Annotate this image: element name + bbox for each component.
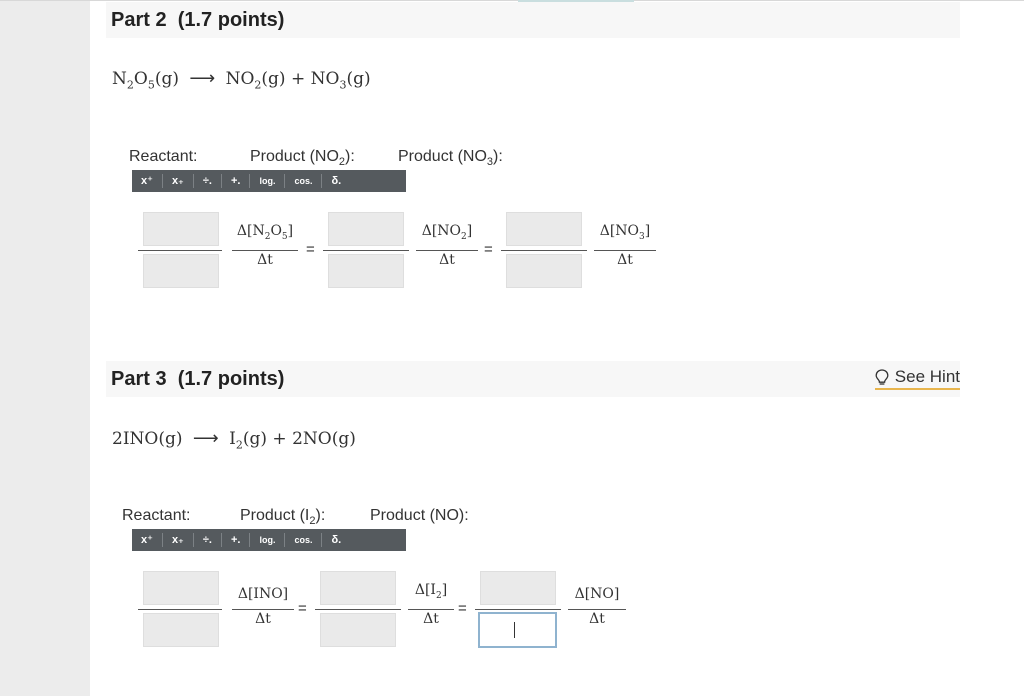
delta-t: Δt <box>423 611 439 627</box>
product1-label: Product (NO2): <box>250 148 355 169</box>
subscript-button[interactable]: x₊ <box>163 174 194 188</box>
reactant-coef-denominator-input[interactable] <box>143 254 219 288</box>
fraction-bar <box>323 250 409 251</box>
part2-equation: N2O5(g) ⟶ NO2(g) + NO3(g) <box>112 68 371 92</box>
fraction-button[interactable]: ÷. <box>194 533 222 547</box>
fraction-bar <box>416 250 478 251</box>
fraction-bar <box>138 250 222 251</box>
reactant-coef-denominator-input[interactable] <box>143 613 219 647</box>
delta-t: Δt <box>439 252 455 268</box>
part2-title: Part 2 (1.7 points) <box>111 9 285 31</box>
fraction-bar <box>568 609 626 610</box>
product1-coef-denominator-input[interactable] <box>328 254 404 288</box>
fraction-bar <box>315 609 401 610</box>
lightbulb-icon <box>875 368 889 385</box>
product1-label: Product (I2): <box>240 507 326 528</box>
operators-button[interactable]: +. <box>222 533 251 547</box>
top-border <box>0 0 1024 1</box>
fraction-bar <box>138 609 222 610</box>
rate-term-no3: Δ[NO3] <box>599 223 651 242</box>
part3-rate-expression: Δ[INO] Δt = Δ[I2] Δt = Δ[NO] Δt <box>138 569 638 649</box>
operators-button[interactable]: +. <box>222 174 251 188</box>
part2-rate-expression: Δ[N2O5] Δt = Δ[NO2] Δt = Δ[NO3] Δt <box>138 210 668 290</box>
fraction-bar <box>408 609 454 610</box>
product2-label: Product (NO3): <box>398 148 503 169</box>
delta-t: Δt <box>255 611 271 627</box>
product2-coef-denominator-input[interactable] <box>506 254 582 288</box>
part3-title: Part 3 (1.7 points) <box>111 368 285 390</box>
reactant-coef-numerator-input[interactable] <box>143 212 219 246</box>
reaction-arrow: ⟶ <box>189 68 216 89</box>
see-hint-link[interactable]: See Hint <box>874 367 960 390</box>
subscript-button[interactable]: x₊ <box>163 533 194 547</box>
log-button[interactable]: log. <box>250 533 286 547</box>
equals-sign: = <box>306 241 315 258</box>
trig-button[interactable]: cos. <box>285 533 323 547</box>
rate-term-n2o5: Δ[N2O5] <box>236 223 294 242</box>
product1-coef-denominator-input[interactable] <box>320 613 396 647</box>
product1-coef-numerator-input[interactable] <box>320 571 396 605</box>
text-cursor <box>514 622 515 638</box>
equals-sign: = <box>484 241 493 258</box>
rate-term-no2: Δ[NO2] <box>421 223 473 242</box>
part3-equation: 2INO(g) ⟶ I2(g) + 2NO(g) <box>112 428 356 452</box>
product2-coef-numerator-input[interactable] <box>480 571 556 605</box>
fraction-bar <box>232 609 294 610</box>
part3-header: Part 3 (1.7 points) See Hint <box>106 361 960 397</box>
rate-term-no: Δ[NO] <box>574 586 620 602</box>
see-hint-label: See Hint <box>894 367 960 386</box>
product2-coef-numerator-input[interactable] <box>506 212 582 246</box>
rate-term-i2: Δ[I2] <box>414 582 448 601</box>
delta-t: Δt <box>617 252 633 268</box>
math-toolbar: x⁺ x₊ ÷. +. log. cos. δ. <box>132 170 406 192</box>
product2-coef-denominator-input[interactable] <box>478 612 557 648</box>
reactant-label: Reactant: <box>129 148 198 165</box>
math-toolbar: x⁺ x₊ ÷. +. log. cos. δ. <box>132 529 406 551</box>
superscript-button[interactable]: x⁺ <box>132 533 163 547</box>
delta-t: Δt <box>257 252 273 268</box>
equals-sign: = <box>458 600 467 617</box>
fraction-bar <box>594 250 656 251</box>
fraction-bar <box>475 609 561 610</box>
trig-button[interactable]: cos. <box>285 174 323 188</box>
greek-button[interactable]: δ. <box>322 533 350 547</box>
superscript-button[interactable]: x⁺ <box>132 174 163 188</box>
log-button[interactable]: log. <box>250 174 286 188</box>
rate-term-ino: Δ[INO] <box>237 586 289 602</box>
product2-label: Product (NO): <box>370 507 469 524</box>
part2-header: Part 2 (1.7 points) <box>106 2 960 38</box>
product1-coef-numerator-input[interactable] <box>328 212 404 246</box>
fraction-button[interactable]: ÷. <box>194 174 222 188</box>
left-margin <box>0 0 90 696</box>
fraction-bar <box>232 250 298 251</box>
fraction-bar <box>501 250 587 251</box>
reactant-label: Reactant: <box>122 507 191 524</box>
reaction-arrow: ⟶ <box>192 428 219 449</box>
greek-button[interactable]: δ. <box>322 174 350 188</box>
delta-t: Δt <box>589 611 605 627</box>
equals-sign: = <box>298 600 307 617</box>
reactant-coef-numerator-input[interactable] <box>143 571 219 605</box>
